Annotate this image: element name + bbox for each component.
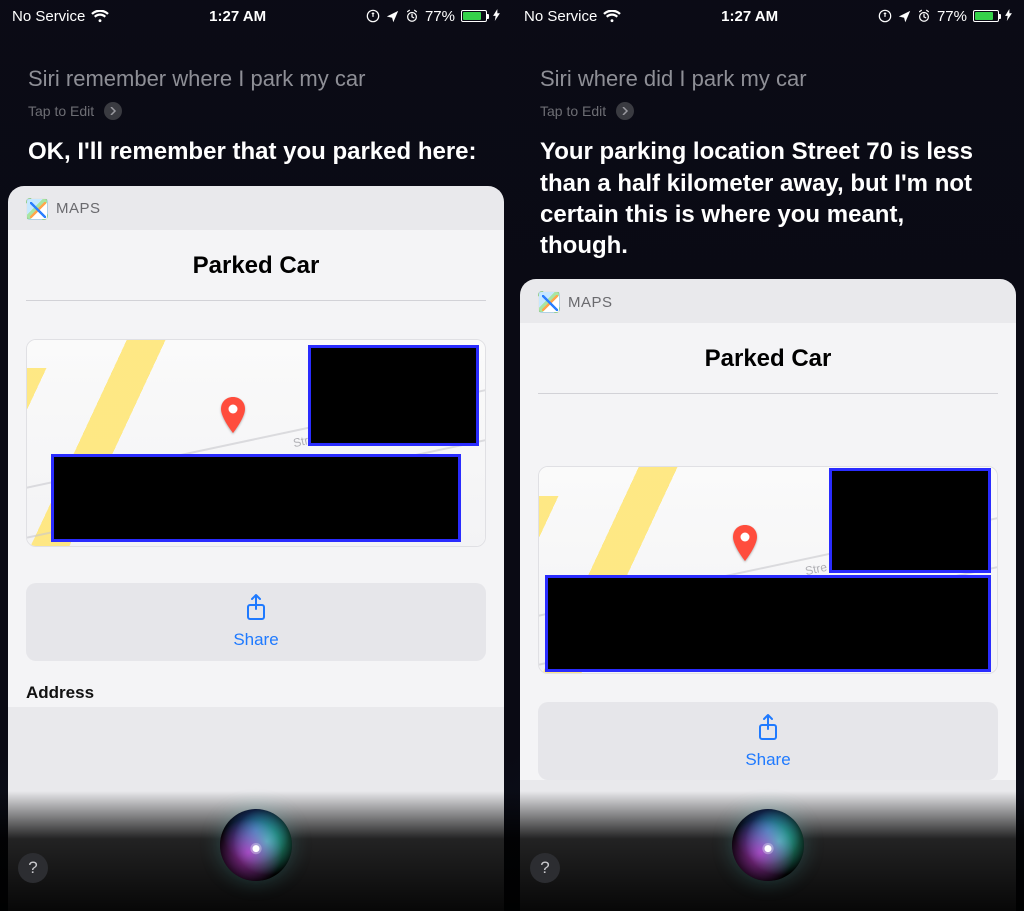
share-button[interactable]: Share bbox=[26, 583, 486, 661]
share-label: Share bbox=[233, 630, 278, 650]
rotation-lock-icon bbox=[878, 9, 892, 23]
carrier-label: No Service bbox=[12, 8, 85, 25]
siri-query-block: Siri remember where I park my car Tap to… bbox=[0, 28, 512, 120]
maps-app-icon bbox=[538, 291, 560, 313]
share-icon bbox=[244, 593, 268, 626]
redacted-region bbox=[832, 471, 988, 570]
help-button[interactable]: ? bbox=[530, 853, 560, 883]
phone-screenshot-right: No Service 1:27 AM 77% Sir bbox=[512, 0, 1024, 911]
carrier-label: No Service bbox=[524, 8, 597, 25]
battery-icon bbox=[973, 10, 999, 22]
siri-orb-icon[interactable] bbox=[732, 809, 804, 881]
tap-to-edit-label: Tap to Edit bbox=[540, 103, 606, 119]
maps-app-icon bbox=[26, 198, 48, 220]
maps-app-label: MAPS bbox=[56, 200, 101, 217]
parked-car-pin-icon bbox=[731, 525, 759, 561]
siri-response-text: Your parking location Street 70 is less … bbox=[512, 120, 1024, 271]
map-thumbnail[interactable]: Stre Parked Car bbox=[538, 466, 998, 674]
clock-label: 1:27 AM bbox=[721, 8, 778, 25]
battery-percent-label: 77% bbox=[937, 8, 967, 25]
alarm-clock-icon bbox=[917, 9, 931, 23]
card-title: Parked Car bbox=[26, 230, 486, 300]
maps-app-label: MAPS bbox=[568, 294, 613, 311]
siri-query-text: Siri where did I park my car bbox=[540, 66, 996, 92]
clock-label: 1:27 AM bbox=[209, 8, 266, 25]
tap-to-edit-button[interactable]: Tap to Edit bbox=[28, 102, 484, 120]
battery-icon bbox=[461, 10, 487, 22]
wifi-icon bbox=[603, 10, 621, 23]
redacted-region bbox=[54, 457, 457, 539]
address-heading: Address bbox=[26, 683, 486, 707]
siri-orb-icon[interactable] bbox=[220, 809, 292, 881]
status-bar: No Service 1:27 AM 77% bbox=[0, 0, 512, 28]
maps-card-header: MAPS bbox=[8, 186, 504, 230]
phone-screenshot-left: No Service 1:27 AM 77% Sir bbox=[0, 0, 512, 911]
divider bbox=[26, 300, 486, 301]
location-arrow-icon bbox=[386, 10, 399, 23]
wifi-icon bbox=[91, 10, 109, 23]
rotation-lock-icon bbox=[366, 9, 380, 23]
chevron-right-icon bbox=[104, 102, 122, 120]
tap-to-edit-button[interactable]: Tap to Edit bbox=[540, 102, 996, 120]
siri-query-text: Siri remember where I park my car bbox=[28, 66, 484, 92]
location-arrow-icon bbox=[898, 10, 911, 23]
maps-result-card: MAPS Parked Car Stre Parked Car Shar bbox=[8, 186, 504, 911]
chevron-right-icon bbox=[616, 102, 634, 120]
siri-response-text: OK, I'll remember that you parked here: bbox=[0, 120, 512, 177]
card-title: Parked Car bbox=[538, 323, 998, 393]
tap-to-edit-label: Tap to Edit bbox=[28, 103, 94, 119]
redacted-region bbox=[311, 348, 476, 443]
battery-percent-label: 77% bbox=[425, 8, 455, 25]
map-thumbnail[interactable]: Stre Parked Car bbox=[26, 339, 486, 547]
share-label: Share bbox=[745, 750, 790, 770]
charging-bolt-icon bbox=[1005, 8, 1012, 25]
siri-query-block: Siri where did I park my car Tap to Edit bbox=[512, 28, 1024, 120]
parked-car-pin-icon bbox=[219, 397, 247, 433]
alarm-clock-icon bbox=[405, 9, 419, 23]
maps-card-header: MAPS bbox=[520, 279, 1016, 323]
help-button[interactable]: ? bbox=[18, 853, 48, 883]
redacted-region bbox=[548, 578, 988, 669]
status-bar: No Service 1:27 AM 77% bbox=[512, 0, 1024, 28]
share-icon bbox=[756, 713, 780, 746]
divider bbox=[538, 393, 998, 394]
charging-bolt-icon bbox=[493, 8, 500, 25]
share-button[interactable]: Share bbox=[538, 702, 998, 780]
